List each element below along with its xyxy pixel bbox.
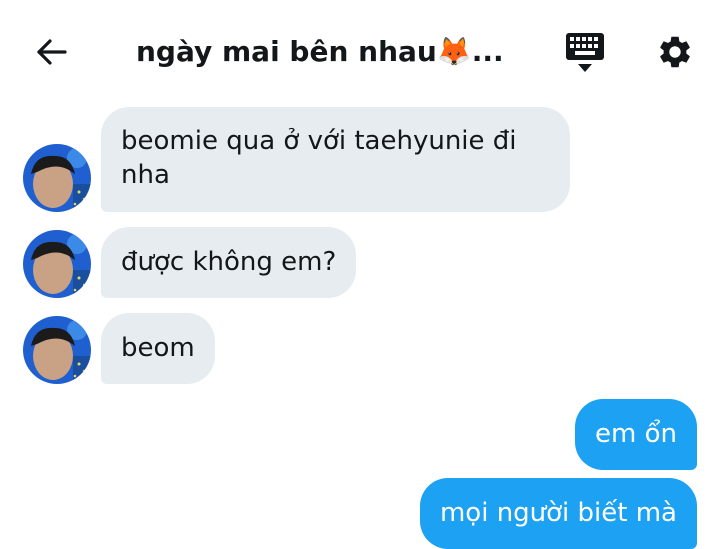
profile-photo <box>23 316 91 384</box>
avatar[interactable] <box>23 316 91 384</box>
message-text: mọi người biết mà <box>439 498 677 528</box>
message-bubble[interactable]: beomie qua ở với taehyunie đi nha <box>101 107 570 212</box>
message-bubble[interactable]: em ổn <box>575 399 697 470</box>
profile-photo <box>23 144 91 212</box>
message-text: beom <box>121 333 195 363</box>
keyboard-icon <box>566 33 604 72</box>
message-text: em ổn <box>595 419 677 449</box>
settings-button[interactable] <box>652 29 698 75</box>
arrow-left-icon <box>37 39 67 65</box>
avatar[interactable] <box>23 144 91 212</box>
message-bubble[interactable]: beom <box>101 313 215 384</box>
conversation-title[interactable]: ngày mai bên nhau🦊... <box>136 30 546 74</box>
message-text: beomie qua ở với taehyunie đi nha <box>121 126 517 190</box>
message-bubble[interactable]: được không em? <box>101 227 357 298</box>
back-button[interactable] <box>30 30 74 74</box>
keyboard-button[interactable] <box>562 30 608 76</box>
message-bubble[interactable]: mọi người biết mà <box>419 478 697 549</box>
conversation-header: ngày mai bên nhau🦊... <box>0 0 720 100</box>
avatar[interactable] <box>23 230 91 298</box>
profile-photo <box>23 230 91 298</box>
message-text: được không em? <box>121 247 337 277</box>
gear-icon <box>660 36 690 68</box>
